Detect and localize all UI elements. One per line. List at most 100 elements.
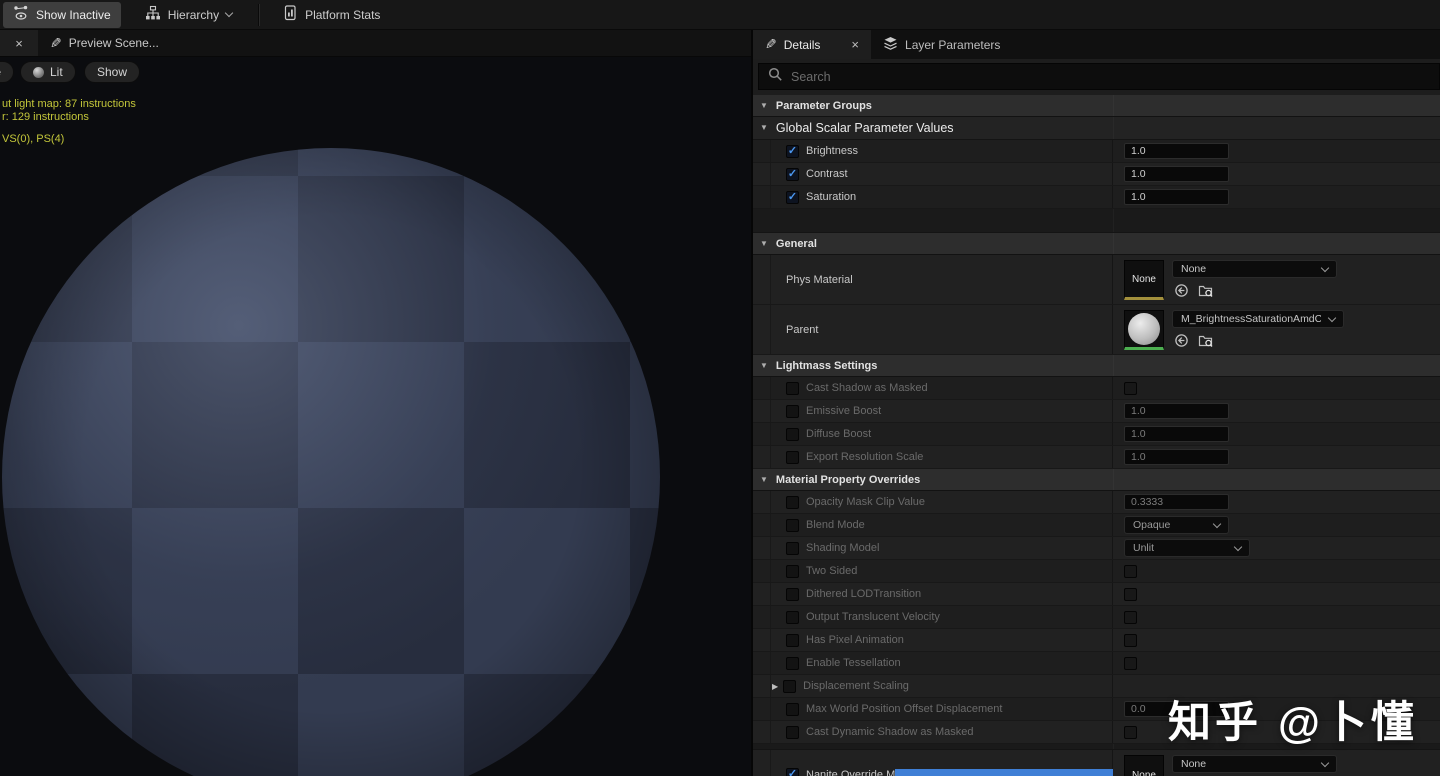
override-checkbox[interactable] (786, 519, 799, 532)
override-checkbox[interactable] (786, 588, 799, 601)
value-checkbox[interactable] (1124, 657, 1137, 670)
override-checkbox[interactable] (786, 657, 799, 670)
collapse-arrow-icon[interactable]: ▼ (760, 124, 768, 132)
use-selected-icon[interactable] (1174, 333, 1189, 348)
pencil-icon: ✎ (50, 35, 62, 52)
section-header[interactable]: ▼ Lightmass Settings (753, 355, 1440, 377)
expand-arrow-icon[interactable]: ▶ (772, 682, 778, 691)
asset-dropdown[interactable]: None (1172, 755, 1337, 773)
override-checkbox[interactable] (786, 611, 799, 624)
property-value-cell: 0.3333 (1113, 491, 1440, 513)
search-input[interactable] (791, 70, 1430, 84)
section-header[interactable]: ▼Parameter Groups (753, 95, 1440, 117)
asset-thumbnail[interactable]: None (1124, 260, 1164, 300)
section-header[interactable]: ▼Material Property Overrides (753, 469, 1440, 491)
platform-stats-button[interactable]: Platform Stats (272, 2, 390, 28)
section-header[interactable]: ▼ Global Scalar Parameter Values (753, 117, 1440, 140)
viewport-tab-close-button[interactable]: × (0, 30, 38, 56)
property-label: Export Resolution Scale (806, 451, 923, 463)
show-inactive-button[interactable]: Show Inactive (3, 2, 121, 28)
value-field[interactable]: 1.0 (1124, 449, 1229, 465)
material-preview-sphere[interactable] (2, 148, 660, 776)
override-checkbox[interactable]: ✓ (786, 168, 799, 181)
thumbnail-label: None (1132, 274, 1156, 285)
value-checkbox[interactable] (1124, 611, 1137, 624)
override-checkbox[interactable] (786, 634, 799, 647)
show-inactive-icon (13, 5, 29, 24)
section-label: Lightmass Settings (776, 360, 877, 372)
property-row: Has Pixel Animation (753, 629, 1440, 652)
value-checkbox[interactable] (1124, 588, 1137, 601)
property-label: Max World Position Offset Displacement (806, 703, 1002, 715)
perspective-button-partial[interactable]: e (0, 61, 14, 83)
dropdown-value: Unlit (1133, 542, 1154, 554)
asset-icon-row (1174, 333, 1344, 348)
override-checkbox[interactable] (786, 565, 799, 578)
asset-dropdown[interactable]: M_BrightnessSaturationAmdContrast (1172, 310, 1344, 328)
asset-thumbnail[interactable]: None (1124, 755, 1164, 776)
collapse-arrow-icon[interactable]: ▼ (760, 102, 768, 110)
pencil-icon: ✎ (765, 36, 777, 53)
section-header[interactable]: ▼ General (753, 233, 1440, 255)
check-icon: ✓ (788, 192, 797, 203)
override-checkbox[interactable] (786, 496, 799, 509)
chevron-down-icon (1234, 542, 1242, 550)
property-value-cell: None None (1113, 750, 1440, 776)
asset-dropdown[interactable]: None (1172, 260, 1337, 278)
override-checkbox[interactable] (786, 703, 799, 716)
value-field[interactable]: 1.0 (1124, 143, 1229, 159)
value-field[interactable]: 1.0 (1124, 166, 1229, 182)
show-menu-button[interactable]: Show (84, 61, 140, 83)
override-checkbox[interactable] (786, 382, 799, 395)
tab-layer-parameters[interactable]: Layer Parameters (871, 30, 1012, 59)
value-field[interactable]: 0.3333 (1124, 494, 1229, 510)
value-dropdown[interactable]: Unlit (1124, 539, 1250, 557)
override-checkbox[interactable] (786, 542, 799, 555)
value-dropdown[interactable]: Opaque (1124, 516, 1229, 534)
close-icon[interactable]: × (851, 37, 859, 52)
use-selected-icon[interactable] (1174, 283, 1189, 298)
property-name-cell: Two Sided (753, 560, 1113, 582)
override-checkbox[interactable] (786, 726, 799, 739)
collapse-arrow-icon[interactable]: ▼ (760, 240, 768, 248)
viewport-tab-bar: × ✎ Preview Scene... (0, 30, 753, 57)
value-field[interactable]: 1.0 (1124, 426, 1229, 442)
value-checkbox[interactable] (1124, 382, 1137, 395)
search-bar[interactable] (758, 63, 1440, 90)
value-field[interactable]: 1.0 (1124, 403, 1229, 419)
platform-stats-icon (282, 5, 298, 24)
section-label: General (776, 238, 817, 250)
override-checkbox[interactable] (786, 405, 799, 418)
property-label: Opacity Mask Clip Value (806, 496, 925, 508)
property-name-cell: Dithered LODTransition (753, 583, 1113, 605)
override-checkbox[interactable]: ✓ (786, 191, 799, 204)
property-value-cell: 1.0 (1113, 140, 1440, 162)
property-name-cell: Cast Dynamic Shadow as Masked (753, 721, 1113, 743)
section-label: Global Scalar Parameter Values (776, 121, 954, 135)
property-row: Dithered LODTransition (753, 583, 1440, 606)
value-checkbox[interactable] (1124, 634, 1137, 647)
shader-stats-line: r: 129 instructions (2, 111, 89, 123)
property-row: Emissive Boost1.0 (753, 400, 1440, 423)
dropdown-value: M_BrightnessSaturationAmdContrast (1181, 313, 1321, 325)
override-checkbox[interactable]: ✓ (786, 768, 799, 776)
property-value-cell: None None (1113, 255, 1440, 304)
override-checkbox[interactable] (786, 451, 799, 464)
value-checkbox[interactable] (1124, 565, 1137, 578)
override-checkbox[interactable] (786, 428, 799, 441)
preview-viewport[interactable]: × ✎ Preview Scene... e Lit Show ut light… (0, 30, 753, 776)
value-checkbox[interactable] (1124, 726, 1137, 739)
hierarchy-button[interactable]: Hierarchy (135, 2, 242, 28)
tab-preview-scene[interactable]: ✎ Preview Scene... (38, 30, 171, 56)
lit-mode-button[interactable]: Lit (20, 61, 76, 83)
browse-asset-icon[interactable] (1198, 333, 1213, 348)
override-checkbox[interactable]: ✓ (786, 145, 799, 158)
collapse-arrow-icon[interactable]: ▼ (760, 476, 768, 484)
asset-thumbnail[interactable] (1124, 310, 1164, 350)
collapse-arrow-icon[interactable]: ▼ (760, 362, 768, 370)
override-checkbox[interactable] (783, 680, 796, 693)
browse-asset-icon[interactable] (1198, 283, 1213, 298)
tab-details[interactable]: ✎ Details × (753, 30, 871, 59)
property-row: Enable Tessellation (753, 652, 1440, 675)
value-field[interactable]: 1.0 (1124, 189, 1229, 205)
